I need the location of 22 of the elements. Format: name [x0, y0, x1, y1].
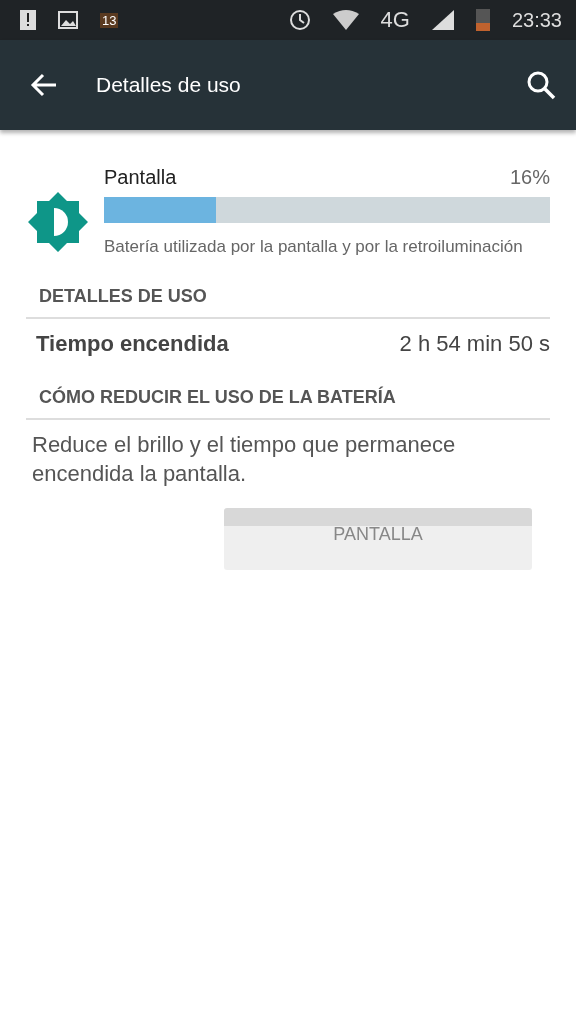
usage-description: Batería utilizada por la pantalla y por la retroiluminación	[104, 236, 524, 258]
wifi-icon	[332, 10, 359, 30]
battery-icon	[475, 9, 490, 31]
clock-time: 23:33	[511, 8, 562, 32]
alarm-icon	[288, 9, 311, 31]
screen-settings-button[interactable]: PANTALLA	[224, 508, 532, 570]
network-label: 4G	[380, 7, 410, 33]
signal-icon	[431, 10, 454, 30]
window-title: Detalles de uso	[96, 73, 242, 97]
row-label: Tiempo encendida	[36, 331, 229, 357]
back-arrow-icon[interactable]	[30, 73, 58, 97]
usage-name: Pantalla	[104, 166, 177, 189]
search-icon[interactable]	[526, 70, 556, 100]
row-value: 2 h 54 min 50 s	[399, 331, 550, 357]
section-header: CÓMO REDUCIR EL USO DE LA BATERÍA	[26, 387, 550, 420]
image-icon	[58, 11, 78, 29]
alert-icon	[20, 10, 36, 30]
brightness-icon	[28, 192, 88, 252]
usage-percent: 16%	[509, 166, 550, 189]
tip-text: Reduce el brillo y el tiempo que permanece encendida la pantalla.	[32, 431, 457, 488]
section-header: DETALLES DE USO	[26, 286, 550, 319]
notification-count: 13	[100, 12, 119, 28]
